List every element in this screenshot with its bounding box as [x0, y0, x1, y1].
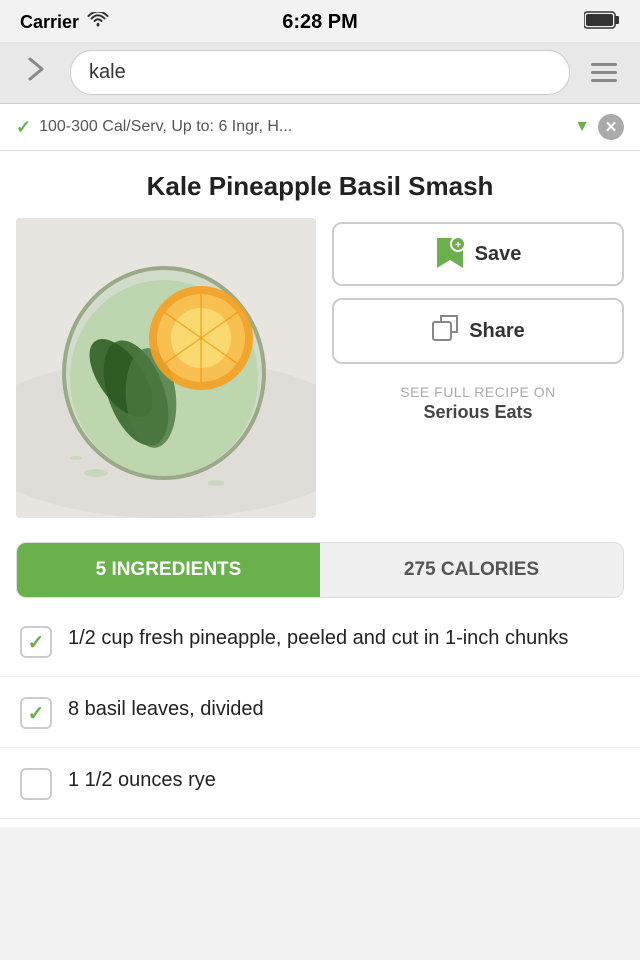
list-item: 1 1/2 ounces rye — [0, 748, 640, 819]
save-button[interactable]: + Save — [332, 222, 624, 286]
ingredient-checkbox-2[interactable]: ✓ — [20, 697, 52, 729]
share-label: Share — [469, 320, 525, 343]
filter-check-icon: ✓ — [16, 117, 31, 138]
recipe-body: + Save Share SEE FULL RECIPE ON Serious … — [0, 218, 640, 538]
back-arrow-icon — [20, 53, 52, 92]
carrier-text: Carrier — [20, 12, 79, 33]
recipe-image — [16, 218, 316, 518]
svg-text:+: + — [455, 240, 461, 251]
status-time: 6:28 PM — [282, 11, 358, 34]
menu-line-2 — [591, 71, 617, 74]
filter-text[interactable]: 100-300 Cal/Serv, Up to: 6 Ingr, H... — [39, 118, 566, 136]
recipe-tabs: 5 INGREDIENTS 275 CALORIES — [16, 542, 624, 598]
wifi-icon — [87, 12, 109, 33]
checkmark-icon-1: ✓ — [28, 630, 45, 655]
tab-calories-label: 275 CALORIES — [404, 559, 539, 580]
share-button[interactable]: Share — [332, 298, 624, 364]
filter-close-button[interactable]: ✕ — [598, 114, 624, 140]
status-bar: Carrier 6:28 PM — [0, 0, 640, 42]
tab-ingredients-label: 5 INGREDIENTS — [96, 559, 242, 580]
close-icon: ✕ — [605, 118, 618, 136]
share-icon — [431, 314, 459, 348]
ingredient-checkbox-1[interactable]: ✓ — [20, 626, 52, 658]
recipe-actions: + Save Share SEE FULL RECIPE ON Serious … — [332, 218, 624, 518]
source-name[interactable]: Serious Eats — [332, 402, 624, 423]
ingredients-list: ✓ 1/2 cup fresh pineapple, peeled and cu… — [0, 598, 640, 827]
carrier-label: Carrier — [20, 12, 109, 33]
top-nav — [0, 42, 640, 104]
main-content: Kale Pineapple Basil Smash — [0, 151, 640, 827]
list-item: ✓ 1/2 cup fresh pineapple, peeled and cu… — [0, 606, 640, 677]
menu-button[interactable] — [582, 51, 626, 95]
filter-bar: ✓ 100-300 Cal/Serv, Up to: 6 Ingr, H... … — [0, 104, 640, 151]
checkmark-icon-2: ✓ — [28, 701, 45, 726]
tab-calories[interactable]: 275 CALORIES — [320, 543, 623, 597]
ingredient-text-2: 8 basil leaves, divided — [68, 695, 620, 723]
source-prefix: SEE FULL RECIPE ON — [332, 384, 624, 400]
filter-dropdown-icon[interactable]: ▼ — [574, 118, 590, 136]
list-item: ✓ 8 basil leaves, divided — [0, 677, 640, 748]
save-icon: + — [435, 238, 465, 270]
ingredient-text-1: 1/2 cup fresh pineapple, peeled and cut … — [68, 624, 620, 652]
search-input[interactable] — [70, 50, 570, 95]
menu-line-1 — [591, 63, 617, 66]
ingredient-checkbox-3[interactable] — [20, 768, 52, 800]
tab-ingredients[interactable]: 5 INGREDIENTS — [17, 543, 320, 597]
recipe-title: Kale Pineapple Basil Smash — [0, 151, 640, 218]
save-label: Save — [475, 243, 522, 266]
source-info: SEE FULL RECIPE ON Serious Eats — [332, 384, 624, 423]
ingredient-text-3: 1 1/2 ounces rye — [68, 766, 620, 794]
menu-line-3 — [591, 79, 617, 82]
back-button[interactable] — [14, 51, 58, 95]
battery-icon — [584, 11, 620, 34]
